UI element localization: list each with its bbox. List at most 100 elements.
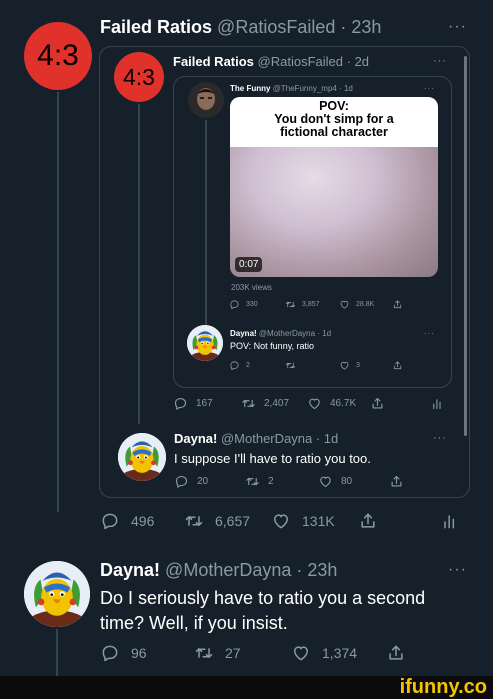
share-button[interactable] <box>386 643 406 663</box>
retweet-icon <box>285 360 296 371</box>
reply-count: 20 <box>197 476 209 487</box>
retweet-button[interactable]: 3,857 <box>285 299 320 310</box>
like-button[interactable]: 131K <box>271 511 335 531</box>
reply-button[interactable]: 330 <box>229 299 258 310</box>
heart-icon <box>291 643 311 663</box>
reply-button[interactable]: 2 <box>229 360 250 371</box>
tweet-header: Dayna! @MotherDayna · 1d <box>174 431 338 446</box>
parrot-icon <box>118 433 166 481</box>
reply-count: 330 <box>246 301 258 308</box>
more-icon[interactable]: ··· <box>448 18 467 36</box>
reply-button[interactable]: 96 <box>100 643 147 663</box>
reply-button[interactable]: 496 <box>100 511 154 531</box>
heart-icon <box>339 299 350 310</box>
tweet-text: Do I seriously have to ratio you a secon… <box>100 586 425 636</box>
watermark-logo: ifunny.co <box>399 676 487 698</box>
display-name[interactable]: Dayna! <box>230 329 257 338</box>
reply-icon <box>173 396 188 411</box>
reply-button[interactable]: 20 <box>174 474 208 489</box>
parrot-icon <box>187 325 223 361</box>
more-icon[interactable]: ··· <box>424 329 435 338</box>
like-button[interactable]: 1,374 <box>291 643 357 663</box>
tweet-header: Dayna! @MotherDayna · 1d <box>230 329 331 338</box>
share-icon <box>358 511 378 531</box>
more-icon[interactable]: ··· <box>433 55 447 67</box>
share-button[interactable] <box>370 396 385 411</box>
handle[interactable]: @MotherDayna <box>165 560 291 580</box>
retweet-count: 27 <box>225 645 241 661</box>
display-name[interactable]: Dayna! <box>174 431 217 446</box>
timestamp[interactable]: · 1d <box>316 431 338 446</box>
share-button[interactable] <box>358 511 378 531</box>
avatar[interactable] <box>118 433 166 481</box>
timestamp[interactable]: · 1d <box>339 84 353 93</box>
avatar[interactable]: 4:3 <box>24 22 92 90</box>
like-count: 1,374 <box>322 645 358 661</box>
share-button[interactable] <box>389 474 404 489</box>
tweet-text: I suppose I'll have to ratio you too. <box>174 451 371 466</box>
handle[interactable]: @MotherDayna <box>221 431 312 446</box>
thread-line <box>56 629 58 676</box>
tweet-text-line: Do I seriously have to ratio you a secon… <box>100 588 426 608</box>
caption-line: fictional character <box>280 125 388 139</box>
retweet-button[interactable]: 2,407 <box>241 396 289 411</box>
avatar[interactable] <box>24 561 90 627</box>
timestamp[interactable]: · 1d <box>317 329 331 338</box>
share-icon <box>386 643 406 663</box>
timestamp[interactable]: · 23h <box>340 17 381 37</box>
timestamp[interactable]: · 2d <box>347 54 369 69</box>
more-icon[interactable]: ··· <box>424 84 435 93</box>
thread-line <box>57 92 59 512</box>
display-name[interactable]: The Funny <box>230 84 270 93</box>
tweet-header: The Funny @TheFunny_mp4 · 1d <box>230 84 353 93</box>
stats-icon <box>440 511 460 531</box>
handle[interactable]: @RatiosFailed <box>258 54 343 69</box>
more-icon[interactable]: ··· <box>448 561 467 579</box>
timestamp[interactable]: · 23h <box>296 560 337 580</box>
video-caption: POV: You don't simp for a fictional char… <box>230 97 438 147</box>
display-name[interactable]: Failed Ratios <box>173 54 254 69</box>
retweet-button[interactable]: 6,657 <box>184 511 250 531</box>
retweet-icon <box>194 643 214 663</box>
reply-button[interactable]: 167 <box>173 396 213 411</box>
heart-icon <box>339 360 350 371</box>
share-button[interactable] <box>392 360 403 371</box>
like-button[interactable]: 3 <box>339 360 360 371</box>
share-button[interactable] <box>392 299 403 310</box>
retweet-icon <box>285 299 296 310</box>
avatar[interactable]: 4:3 <box>114 52 164 102</box>
like-count: 80 <box>341 476 353 487</box>
scrollbar[interactable] <box>464 56 467 436</box>
retweet-icon <box>241 396 256 411</box>
like-button[interactable]: 80 <box>318 474 352 489</box>
avatar[interactable] <box>187 325 223 361</box>
retweet-button[interactable] <box>285 360 302 371</box>
more-icon[interactable]: ··· <box>433 432 447 444</box>
retweet-count: 2 <box>268 476 274 487</box>
avatar[interactable] <box>188 82 224 118</box>
handle[interactable]: @TheFunny_mp4 <box>273 84 337 93</box>
stats-icon <box>430 396 445 411</box>
heart-icon <box>307 396 322 411</box>
retweet-button[interactable]: 2 <box>245 474 274 489</box>
display-name[interactable]: Dayna! <box>100 560 160 580</box>
stats-button[interactable] <box>430 396 445 411</box>
handle[interactable]: @MotherDayna <box>259 329 315 338</box>
retweet-button[interactable]: 27 <box>194 643 241 663</box>
handle[interactable]: @RatiosFailed <box>217 17 335 37</box>
display-name[interactable]: Failed Ratios <box>100 17 212 37</box>
view-count: 203K views <box>231 283 272 292</box>
avatar-label: 4:3 <box>37 39 79 72</box>
like-button[interactable]: 46.7K <box>307 396 356 411</box>
share-icon <box>392 299 403 310</box>
like-button[interactable]: 28.8K <box>339 299 374 310</box>
retweet-count: 3,857 <box>302 301 320 308</box>
stats-button[interactable] <box>440 511 460 531</box>
reply-count: 2 <box>246 362 250 369</box>
like-count: 3 <box>356 362 360 369</box>
retweet-icon <box>245 474 260 489</box>
like-count: 46.7K <box>330 398 357 409</box>
retweet-icon <box>184 511 204 531</box>
avatar-label: 4:3 <box>123 63 155 90</box>
tweet-header: Dayna! @MotherDayna · 23h <box>100 560 337 581</box>
